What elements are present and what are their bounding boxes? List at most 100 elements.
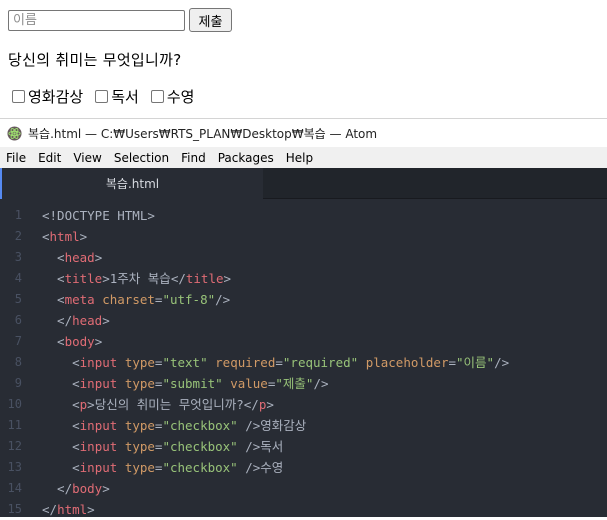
code-text: <html>	[42, 226, 87, 247]
code-text: <input type="text" required="required" p…	[42, 352, 509, 373]
title-bar: 복습.html — C:₩Users₩RTS_PLAN₩Desktop₩복습 —…	[0, 118, 607, 147]
code-token: charset	[102, 292, 155, 307]
code-token: input	[79, 439, 118, 454]
code-text: <input type="checkbox" />영화감상	[42, 415, 306, 436]
hobby-option-reading[interactable]: 독서	[91, 86, 139, 107]
code-token: >	[266, 397, 274, 412]
code-token: </	[42, 313, 73, 328]
code-line[interactable]: 4 <title>1주차 복습</title>	[0, 268, 607, 289]
menu-view[interactable]: View	[67, 151, 107, 165]
code-token: type	[124, 439, 155, 454]
menu-edit[interactable]: Edit	[32, 151, 67, 165]
code-text: <meta charset="utf-8"/>	[42, 289, 230, 310]
code-line[interactable]: 6 </head>	[0, 310, 607, 331]
code-token: input	[79, 460, 118, 475]
code-line[interactable]: 2 <html>	[0, 226, 607, 247]
code-line[interactable]: 1 <!DOCTYPE HTML>	[0, 205, 607, 226]
code-token: </	[170, 271, 186, 286]
code-line[interactable]: 5 <meta charset="utf-8"/>	[0, 289, 607, 310]
code-token: <	[42, 355, 80, 370]
code-token: <	[42, 229, 50, 244]
code-token: "제출"	[275, 376, 314, 391]
code-token: type	[124, 460, 155, 475]
code-token: >	[87, 502, 95, 517]
code-token: >	[94, 334, 103, 349]
code-token: "submit"	[162, 376, 223, 391]
hobby-label: 영화감상	[28, 87, 84, 106]
code-token: 영화감상	[260, 418, 307, 433]
submit-button[interactable]: 제출	[189, 8, 232, 32]
code-line[interactable]: 7 <body>	[0, 331, 607, 352]
code-line[interactable]: 12 <input type="checkbox" />독서	[0, 436, 607, 457]
browser-preview: 제출 당신의 취미는 무엇입니까? 영화감상 독서 수영	[0, 0, 607, 118]
code-token: "checkbox"	[162, 439, 238, 454]
code-line[interactable]: 10 <p>당신의 취미는 무엇입니까?</p>	[0, 394, 607, 415]
code-token: />	[237, 460, 261, 475]
code-line[interactable]: 9 <input type="submit" value="제출"/>	[0, 373, 607, 394]
code-token: type	[124, 355, 155, 370]
code-text: <input type="checkbox" />독서	[42, 436, 283, 457]
atom-logo-icon	[7, 125, 22, 141]
code-token: />	[313, 376, 329, 391]
code-text: <input type="submit" value="제출"/>	[42, 373, 329, 394]
code-line[interactable]: 13 <input type="checkbox" />수영	[0, 457, 607, 478]
code-token: >	[87, 397, 95, 412]
code-token: <	[42, 292, 65, 307]
code-line[interactable]: 8 <input type="text" required="required"…	[0, 352, 607, 373]
code-token: <!DOCTYPE HTML>	[42, 208, 155, 223]
line-number: 12	[7, 439, 22, 453]
checkbox[interactable]	[12, 89, 25, 103]
code-token: 당신의 취미는 무엇입니까?	[94, 397, 244, 412]
tab-bar: 복습.html	[0, 168, 607, 199]
menu-selection[interactable]: Selection	[108, 151, 175, 165]
menu-help[interactable]: Help	[280, 151, 319, 165]
code-line[interactable]: 11 <input type="checkbox" />영화감상	[0, 415, 607, 436]
atom-window: 복습.html — C:₩Users₩RTS_PLAN₩Desktop₩복습 —…	[0, 118, 607, 517]
code-token: body	[72, 481, 103, 496]
code-token: <	[42, 376, 80, 391]
code-token: "checkbox"	[162, 418, 238, 433]
code-token: <	[42, 334, 65, 349]
code-token: >	[79, 229, 88, 244]
hobby-question: 당신의 취미는 무엇입니까?	[8, 51, 182, 69]
tab-file[interactable]: 복습.html	[0, 168, 263, 199]
name-input[interactable]	[8, 10, 185, 31]
code-token: =	[448, 355, 457, 370]
code-token: </	[42, 502, 58, 517]
code-token: <	[42, 250, 65, 265]
code-token: </	[42, 481, 73, 496]
checkbox[interactable]	[150, 89, 164, 103]
code-text: <input type="checkbox" />수영	[42, 457, 283, 478]
menu-file[interactable]: File	[0, 151, 32, 165]
hobby-option-movies[interactable]: 영화감상	[8, 86, 83, 107]
code-token: 독서	[260, 439, 284, 454]
code-text: <title>1주차 복습</title>	[42, 268, 231, 289]
code-token: "utf-8"	[162, 292, 216, 307]
code-token: head	[64, 250, 95, 265]
line-number: 5	[14, 292, 22, 306]
code-token: <	[42, 271, 65, 286]
code-editor[interactable]: 1 <!DOCTYPE HTML> 2 <html> 3 <head> 4 <title>…	[0, 199, 607, 517]
code-token: />	[237, 418, 261, 433]
code-token: "text"	[162, 355, 208, 370]
code-token: >	[94, 250, 103, 265]
hobby-options: 영화감상 독서 수영	[8, 86, 202, 106]
line-number: 9	[14, 376, 22, 390]
menu-packages[interactable]: Packages	[212, 151, 280, 165]
code-token: value	[230, 376, 268, 391]
checkbox[interactable]	[95, 89, 109, 103]
menu-find[interactable]: Find	[175, 151, 212, 165]
hobby-option-swimming[interactable]: 수영	[147, 86, 194, 107]
code-text: </body>	[42, 478, 110, 499]
code-line[interactable]: 3 <head>	[0, 247, 607, 268]
code-text: <body>	[42, 331, 102, 352]
code-line[interactable]: 14 </body>	[0, 478, 607, 499]
line-number: 14	[7, 481, 22, 495]
menu-bar: File Edit View Selection Find Packages H…	[0, 147, 607, 168]
line-number: 7	[14, 334, 22, 348]
